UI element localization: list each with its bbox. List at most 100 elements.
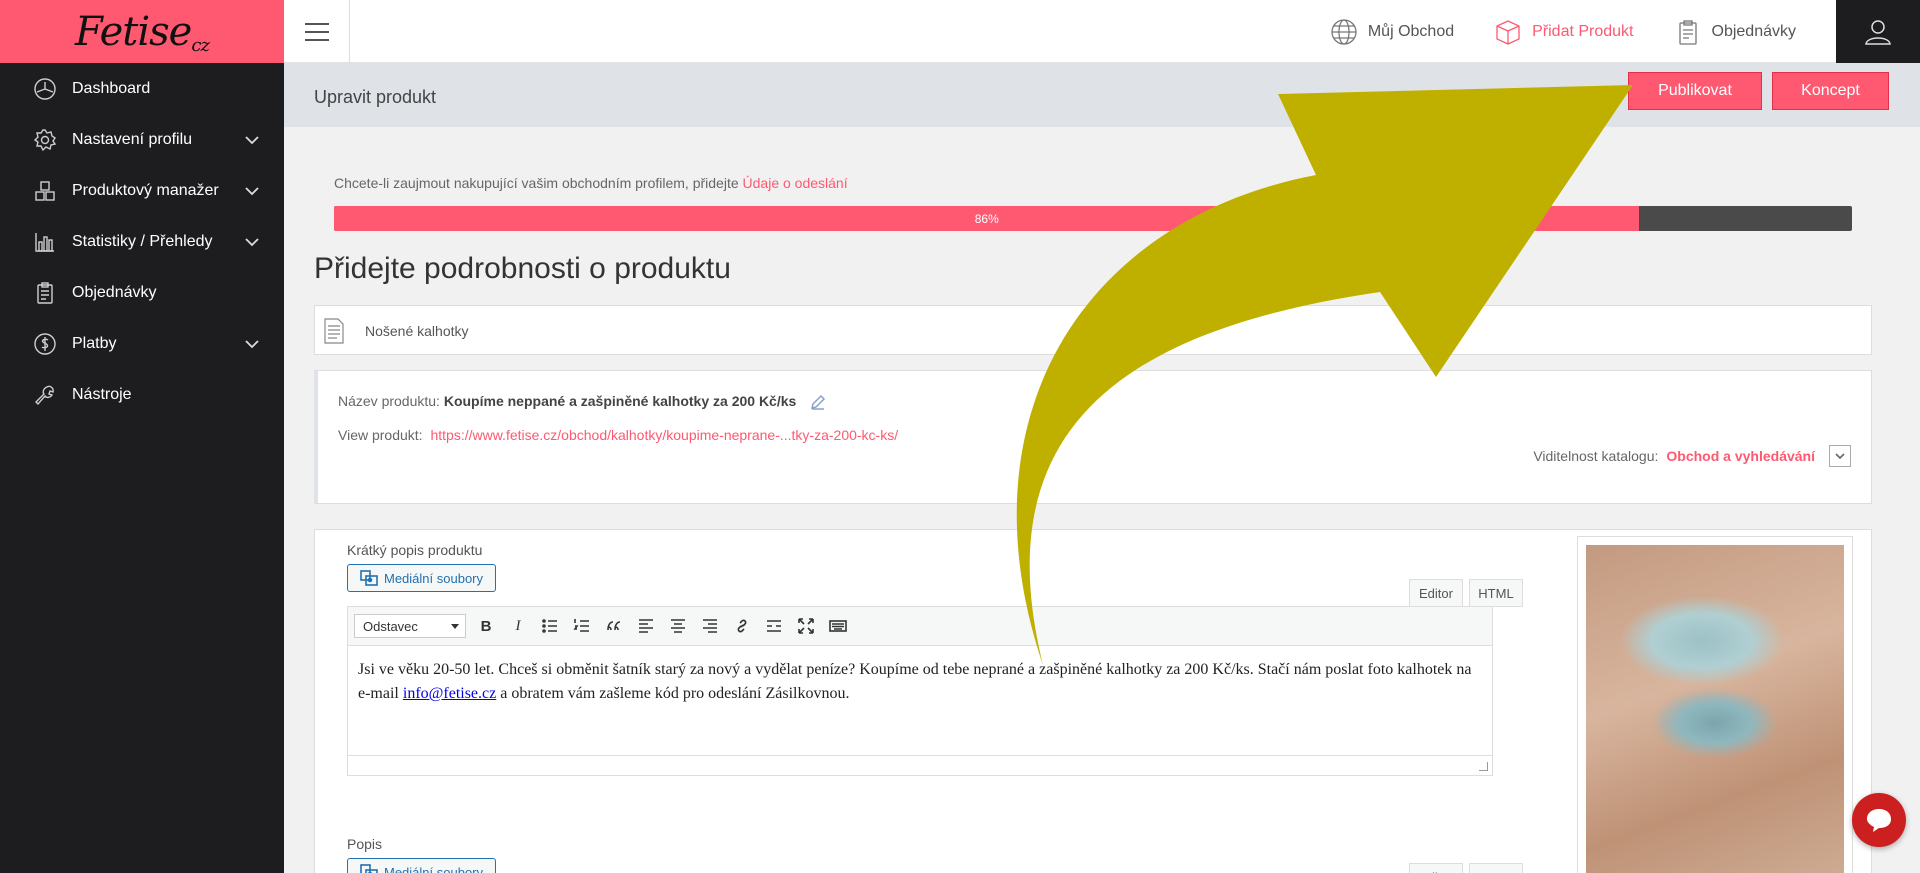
- product-name-label: Název produktu:: [338, 393, 440, 409]
- top-link-label: Objednávky: [1711, 22, 1797, 40]
- product-view-label: View produkt:: [338, 427, 423, 443]
- top-link-my-shop[interactable]: Můj Obchod: [1330, 18, 1454, 46]
- globe-icon: [1331, 18, 1357, 45]
- bullet-list-icon: [542, 619, 557, 633]
- catalog-visibility: Viditelnost katalogu: Obchod a vyhledává…: [1533, 445, 1851, 467]
- sidebar-item-label: Dashboard: [72, 79, 151, 97]
- edit-pencil-icon[interactable]: [810, 394, 826, 411]
- italic-button[interactable]: I: [506, 614, 530, 638]
- sidebar-item-profile-settings[interactable]: Nastavení profilu: [0, 114, 284, 165]
- sidebar-item-label: Produktový manažer: [72, 181, 219, 199]
- product-name-value: Koupíme nepрané a zašpiněné kalhotky za …: [443, 393, 797, 409]
- fullscreen-button[interactable]: [794, 614, 818, 638]
- blockquote-button[interactable]: [602, 614, 626, 638]
- align-center-icon: [671, 619, 685, 633]
- user-icon: [1865, 19, 1891, 45]
- hamburger-line: [304, 30, 329, 33]
- add-media-button-2[interactable]: Mediální soubory: [347, 858, 496, 873]
- product-type: Nošené kalhotky: [365, 323, 469, 339]
- publish-button[interactable]: Publikovat: [1628, 72, 1762, 110]
- top-link-orders[interactable]: Objednávky: [1674, 18, 1797, 46]
- sidebar-item-label: Statistiky / Přehledy: [72, 232, 213, 250]
- shipping-notice: Chcete-li zaujmout nakupující vašim obch…: [334, 175, 848, 191]
- editor-toolbar: Odstavec B I: [347, 606, 1493, 646]
- boxes-icon: [32, 178, 58, 204]
- logo[interactable]: Fetisecz: [0, 0, 284, 63]
- logo-suffix: cz: [191, 34, 210, 56]
- tab-editor[interactable]: Editor: [1409, 579, 1463, 607]
- sidebar-item-payments[interactable]: Platby: [0, 318, 284, 369]
- box-icon: [1496, 19, 1520, 45]
- product-image-box[interactable]: [1577, 536, 1853, 873]
- bold-button[interactable]: B: [474, 614, 498, 638]
- fullscreen-icon: [798, 618, 814, 634]
- sidebar-item-tools[interactable]: Nástroje: [0, 369, 284, 420]
- numbered-list-icon: [573, 619, 589, 632]
- sidebar-item-dashboard[interactable]: Dashboard: [0, 63, 284, 114]
- top-link-add-product[interactable]: Přidat Produkt: [1494, 18, 1634, 46]
- sidebar-nav: Dashboard Nastavení profilu Produktový m…: [0, 63, 284, 420]
- quote-icon: [607, 621, 621, 631]
- read-more-button[interactable]: [762, 614, 786, 638]
- tab-html[interactable]: HTML: [1469, 579, 1523, 607]
- short-description-label: Krátký popis produktu: [347, 542, 483, 558]
- sidebar-item-label: Platby: [72, 334, 117, 352]
- chevron-down-icon: [244, 132, 260, 148]
- align-right-button[interactable]: [698, 614, 722, 638]
- product-name-row: Název produktu: Koupíme nepрané a zašpin…: [338, 393, 826, 411]
- tab-html-2[interactable]: HTML: [1469, 863, 1523, 873]
- chevron-down-icon: [244, 183, 260, 199]
- toolbar-toggle-button[interactable]: [826, 614, 850, 638]
- media-icon: [360, 570, 378, 586]
- progress-label: 86%: [974, 211, 999, 226]
- menu-toggle-button[interactable]: [284, 0, 350, 63]
- page-header: Upravit produkt Publikovat Koncept: [284, 63, 1920, 127]
- editor-resize-handle[interactable]: [347, 756, 1493, 776]
- shipping-details-link[interactable]: Údaje o odeslání: [743, 175, 848, 191]
- email-link[interactable]: info@fetise.cz: [403, 685, 496, 702]
- dashboard-icon: [32, 76, 58, 102]
- product-info-box: Název produktu: Koupíme nepрané a zašpin…: [314, 370, 1872, 504]
- format-select[interactable]: Odstavec: [354, 614, 466, 638]
- visibility-label: Viditelnost katalogu:: [1533, 448, 1659, 464]
- sidebar-item-orders[interactable]: Objednávky: [0, 267, 284, 318]
- sidebar-item-statistics[interactable]: Statistiky / Přehledy: [0, 216, 284, 267]
- product-view-link[interactable]: https://www.fetise.cz/obchod/kalhotky/ko…: [430, 427, 898, 443]
- sidebar-item-label: Objednávky: [72, 283, 157, 301]
- chevron-down-icon: [1835, 453, 1845, 460]
- section-heading: Přidejte podrobnosti o produktu: [314, 252, 731, 285]
- notice-text: Chcete-li zaujmout nakupující vašim obch…: [334, 175, 743, 191]
- description-label: Popis: [347, 836, 383, 852]
- sidebar: Fetisecz Dashboard Nastavení profilu Pro…: [0, 0, 284, 873]
- product-view-row: View produkt: https://www.fetise.cz/obch…: [338, 427, 898, 443]
- visibility-dropdown-button[interactable]: [1829, 445, 1851, 467]
- chat-button[interactable]: [1852, 793, 1906, 847]
- read-more-icon: [767, 620, 781, 632]
- sidebar-item-product-manager[interactable]: Produktový manažer: [0, 165, 284, 216]
- tab-editor-2[interactable]: Editor: [1409, 863, 1463, 873]
- sidebar-item-label: Nástroje: [72, 385, 132, 403]
- keyboard-icon: [829, 620, 847, 632]
- short-description-editor[interactable]: Jsi ve věku 20-50 let. Chceš si obměnit …: [347, 646, 1493, 756]
- align-left-button[interactable]: [634, 614, 658, 638]
- progress-fill: 86%: [334, 206, 1640, 231]
- media-button-label: Mediální soubory: [384, 864, 483, 873]
- gear-icon: [32, 127, 58, 153]
- numbered-list-button[interactable]: [570, 614, 594, 638]
- dollar-icon: [32, 331, 58, 357]
- user-menu-button[interactable]: [1836, 0, 1920, 63]
- draft-button[interactable]: Koncept: [1772, 72, 1889, 110]
- document-icon: [323, 318, 345, 344]
- chart-icon: [32, 229, 58, 255]
- align-center-button[interactable]: [666, 614, 690, 638]
- chevron-down-icon: [244, 234, 260, 250]
- logo-word: Fetise: [75, 8, 192, 55]
- top-link-label: Můj Obchod: [1367, 22, 1455, 40]
- wrench-icon: [32, 382, 58, 408]
- insert-link-button[interactable]: [730, 614, 754, 638]
- media-icon: [360, 864, 378, 873]
- add-media-button[interactable]: Mediální soubory: [347, 564, 496, 592]
- product-type-box: Nošené kalhotky: [314, 305, 1872, 355]
- align-left-icon: [639, 619, 653, 633]
- bullet-list-button[interactable]: [538, 614, 562, 638]
